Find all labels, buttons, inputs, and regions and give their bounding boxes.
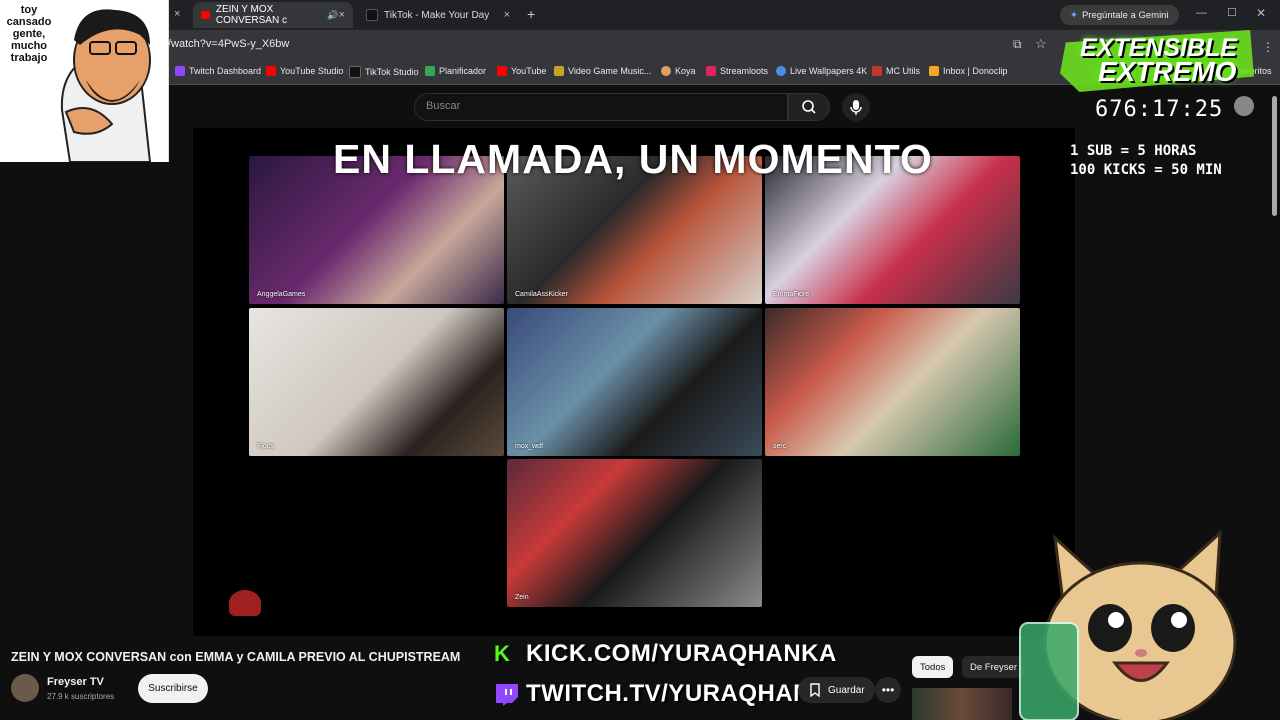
- bookmark-tiktok-studio[interactable]: TikTok Studio: [349, 66, 419, 78]
- youtube-studio-icon: [266, 66, 276, 76]
- youtube-favicon-icon: [201, 11, 210, 19]
- gemini-button[interactable]: ✦ Pregúntale a Gemini: [1060, 5, 1179, 25]
- participant-tile: mox_wdf: [507, 308, 762, 456]
- new-tab-button[interactable]: +: [527, 6, 535, 22]
- subathon-timer: 676:17:25: [1095, 97, 1224, 122]
- bookmark-live-wallpapers[interactable]: Live Wallpapers 4K: [776, 66, 867, 76]
- mc-utils-icon: [872, 66, 882, 76]
- kick-rule-text: 100 KICKS = 50 MIN: [1070, 162, 1222, 178]
- bookmark-youtube-studio[interactable]: YouTube Studio: [266, 66, 343, 76]
- bookmark-youtube[interactable]: YouTube: [497, 66, 546, 76]
- tab-label: ZEIN Y MOX CONVERSAN c: [215, 4, 287, 26]
- browser-menu-icon[interactable]: ⋮: [1262, 40, 1274, 54]
- microphone-icon: [850, 100, 862, 115]
- twitch-logo-icon: [496, 684, 518, 706]
- tab-tiktok[interactable]: TikTok - Make Your Day ×: [358, 2, 518, 28]
- gemini-icon: ✦: [1070, 9, 1078, 21]
- bookmark-video-game-music[interactable]: Video Game Music...: [554, 66, 651, 76]
- participant-name: EmmaFiore: [773, 291, 810, 298]
- bookmark-planificador[interactable]: Planificador: [425, 66, 486, 76]
- participant-name: serc: [773, 443, 787, 450]
- close-tab-button[interactable]: ×: [174, 8, 180, 20]
- tiktok-favicon-icon: [366, 9, 378, 21]
- close-tab-icon[interactable]: ×: [339, 9, 345, 21]
- video-player[interactable]: AnggelaGames CamilaAssKicker EmmaFiore F…: [193, 128, 1075, 636]
- planner-icon: [425, 66, 435, 76]
- tab-label: TikTok - Make Your Day: [384, 9, 490, 21]
- twitch-icon: [175, 66, 185, 76]
- subscribe-button[interactable]: Suscribirse: [138, 674, 208, 703]
- tab-youtube-video[interactable]: ZEIN Y MOX CONVERSAN c 🔊 ×: [193, 2, 353, 28]
- more-actions-button[interactable]: •••: [875, 677, 901, 703]
- kick-url-text: KICK.COM/YURAQHANKA: [526, 640, 837, 667]
- gemini-label: Pregúntale a Gemini: [1081, 9, 1169, 21]
- close-tab-icon[interactable]: ×: [504, 9, 510, 21]
- participant-name: CamilaAssKicker: [515, 291, 568, 298]
- bookmark-twitch-dashboard[interactable]: Twitch Dashboard: [175, 66, 261, 76]
- participant-name: Zein: [515, 594, 529, 601]
- voice-search-button[interactable]: [842, 93, 870, 121]
- recommended-thumbnail[interactable]: [912, 688, 1012, 720]
- bookmark-icon: [810, 683, 820, 697]
- koya-icon: [661, 66, 671, 76]
- channel-name[interactable]: Freyser TV: [47, 676, 104, 688]
- tiktok-icon: [349, 66, 361, 78]
- donoclip-icon: [929, 66, 939, 76]
- page-scrollbar[interactable]: [1272, 96, 1277, 216]
- subscriber-count: 27.9 k suscriptores: [47, 692, 115, 701]
- search-icon: [802, 100, 816, 114]
- bookmark-star-icon[interactable]: ☆: [1035, 36, 1047, 52]
- music-icon: [554, 66, 564, 76]
- search-input[interactable]: [414, 93, 788, 121]
- participant-name: AnggelaGames: [257, 291, 306, 298]
- kick-url-overlay: K KICK.COM/YURAQHANKA: [494, 640, 837, 668]
- bookmark-streamloots[interactable]: Streamloots: [706, 66, 768, 76]
- streamloots-icon: [706, 66, 716, 76]
- search-placeholder: Buscar: [426, 100, 461, 112]
- speech-text: toy cansado gente, mucho trabajo: [6, 4, 52, 64]
- search-button[interactable]: [788, 93, 830, 121]
- save-label: Guardar: [828, 684, 865, 696]
- participant-tile: Flocs: [249, 308, 504, 456]
- user-avatar[interactable]: [1234, 96, 1254, 116]
- speaker-icon[interactable]: 🔊: [327, 10, 338, 21]
- kick-logo-icon: K: [494, 641, 511, 666]
- youtube-icon: [497, 66, 507, 76]
- maximize-window-button[interactable]: ☐: [1227, 6, 1237, 19]
- channel-watermark-logo: [229, 590, 261, 616]
- streamer-cartoon-avatar: toy cansado gente, mucho trabajo: [0, 0, 169, 163]
- wallpaper-icon: [776, 66, 786, 76]
- participant-tile: serc: [765, 308, 1020, 456]
- more-icon: •••: [881, 683, 895, 697]
- call-status-title: EN LLAMADA, UN MOMENTO: [333, 136, 933, 182]
- install-app-icon[interactable]: ⧉: [1013, 37, 1022, 52]
- url-text[interactable]: /watch?v=4PwS-y_X6bw: [168, 38, 289, 50]
- cat-mascot-illustration: [1019, 529, 1237, 720]
- participant-name: mox_wdf: [515, 443, 544, 450]
- close-window-button[interactable]: ✕: [1256, 6, 1266, 20]
- video-title: ZEIN Y MOX CONVERSAN con EMMA y CAMILA P…: [11, 650, 461, 664]
- save-button[interactable]: Guardar: [798, 677, 875, 703]
- logo-text-extremo: EXTREMO: [1098, 56, 1237, 87]
- participant-name: Flocs: [257, 443, 274, 450]
- chip-todos[interactable]: Todos: [912, 656, 954, 678]
- bookmark-koya[interactable]: Koya: [661, 66, 696, 76]
- minimize-window-button[interactable]: —: [1196, 7, 1207, 19]
- channel-avatar[interactable]: [11, 674, 39, 702]
- participant-tile: Zein: [507, 459, 762, 607]
- sub-rule-text: 1 SUB = 5 HORAS: [1070, 143, 1197, 159]
- bookmark-mc-utils[interactable]: MC Utils: [872, 66, 920, 76]
- bookmark-donoclip[interactable]: Inbox | Donoclip: [929, 66, 1007, 76]
